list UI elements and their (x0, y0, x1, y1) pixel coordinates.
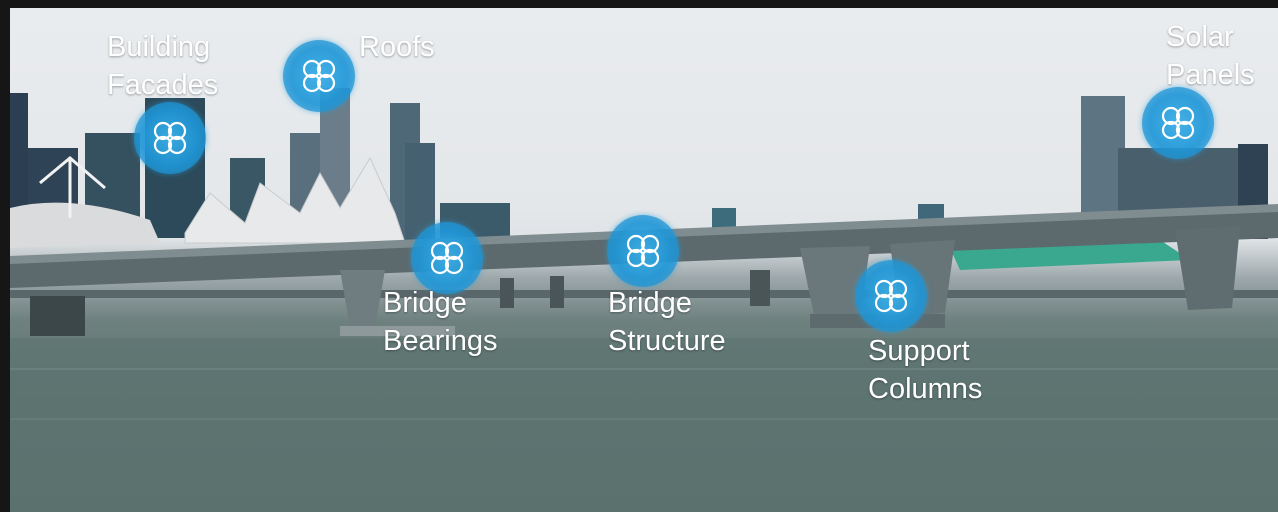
drone-icon (1161, 106, 1195, 140)
label-roofs: Roofs (359, 31, 435, 63)
hotspot-support-columns[interactable] (855, 260, 927, 332)
label-bridge-structure: Bridge Structure (608, 287, 726, 357)
drone-icon (302, 59, 336, 93)
hotspot-building-facades[interactable] (134, 102, 206, 174)
drone-icon (874, 279, 908, 313)
label-solar-panels: Solar Panels (1166, 21, 1255, 91)
hotspot-bridge-structure[interactable] (607, 215, 679, 287)
drone-icon (430, 241, 464, 275)
label-support-columns: Support Columns (868, 335, 983, 405)
drone-icon (626, 234, 660, 268)
hotspot-roofs[interactable] (283, 40, 355, 112)
label-building-facades: Building Facades (107, 31, 219, 101)
label-bridge-bearings: Bridge Bearings (383, 287, 498, 357)
hotspot-solar-panels[interactable] (1142, 87, 1214, 159)
drone-icon (153, 121, 187, 155)
